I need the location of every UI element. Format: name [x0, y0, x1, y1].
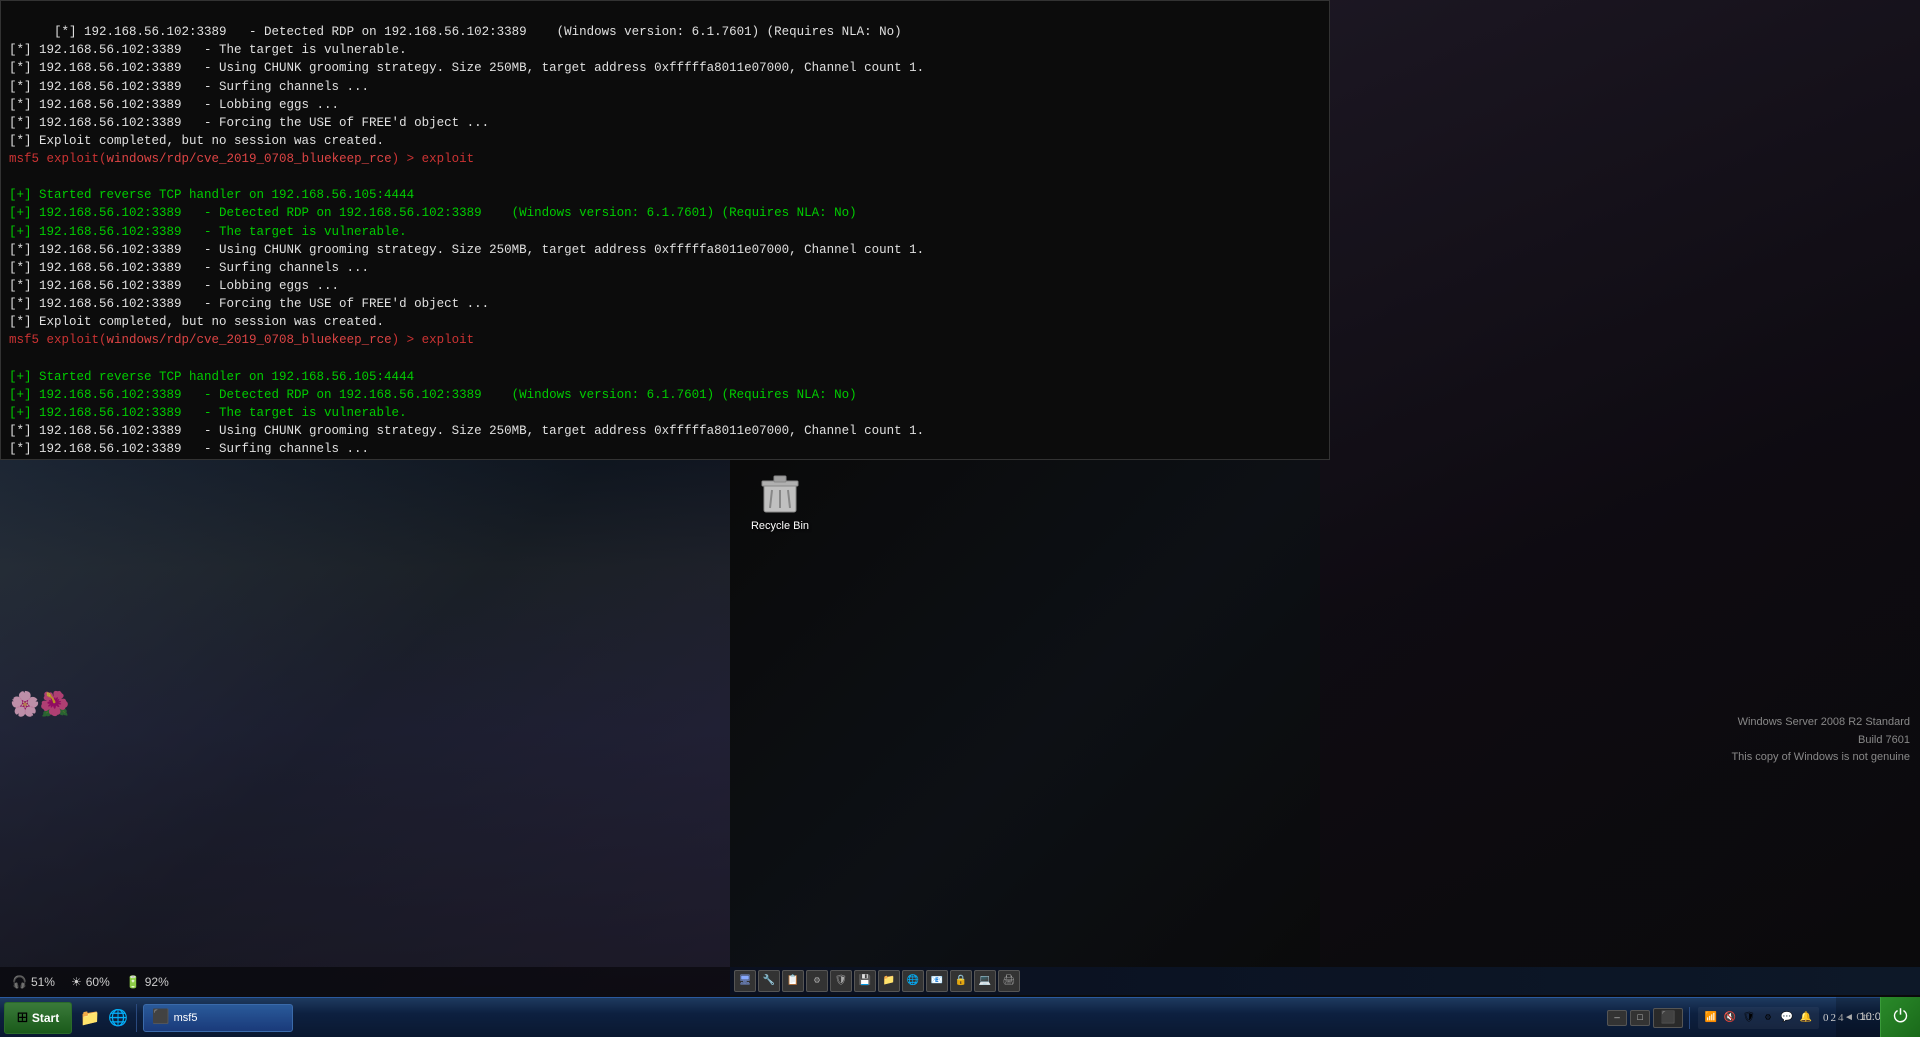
window-thumb[interactable]: ⬛: [1653, 1008, 1683, 1028]
power-icon: ⏻: [1893, 1007, 1907, 1028]
tb-icon-2[interactable]: 🔧: [758, 970, 780, 992]
recycle-bin-svg: [756, 468, 804, 516]
taskbar: ⊞ Start 📁 🌐 ⬛ msf5 — □ ⬛: [0, 997, 1920, 1037]
tray-icon-3[interactable]: 🛡: [1740, 1009, 1758, 1027]
tray-icons-row: 📶 🔇 🛡 ⚙ 💬 🔔: [1702, 1009, 1815, 1027]
tray-icon-4[interactable]: ⚙: [1759, 1009, 1777, 1027]
windows-server-info: Windows Server 2008 R2 Standard Build 76…: [1731, 714, 1910, 767]
tb-icon-7[interactable]: 📁: [878, 970, 900, 992]
start-button[interactable]: ⊞ Start: [4, 1002, 72, 1034]
battery-value: 92%: [145, 975, 169, 989]
recycle-bin[interactable]: Recycle Bin: [730, 460, 830, 540]
ctrl-indicator: ◄ Ctrl: [1836, 997, 1880, 1037]
taskbar-apps: ⬛ msf5: [141, 1004, 1601, 1032]
tb-icon-5[interactable]: 🛡: [830, 970, 852, 992]
terminal-window[interactable]: [*] 192.168.56.102:3389 - Detected RDP o…: [0, 0, 1330, 460]
ctrl-text: ◄ Ctrl: [1844, 1012, 1872, 1023]
recycle-bin-label: Recycle Bin: [751, 520, 809, 532]
power-button[interactable]: ⏻: [1880, 997, 1920, 1037]
brightness-icon: ☀: [71, 975, 82, 989]
wallpaper-right: [730, 460, 1320, 1037]
tb-icon-11[interactable]: 💻: [974, 970, 996, 992]
volume-value: 51%: [31, 975, 55, 989]
tb-icon-6[interactable]: 💾: [854, 970, 876, 992]
tray-icon-1[interactable]: 📶: [1702, 1009, 1720, 1027]
battery-status: 🔋 92%: [126, 975, 169, 989]
flower-decoration: 🌸🌺: [10, 690, 70, 720]
windows-flag-icon: ⊞: [17, 1007, 28, 1029]
battery-icon: 🔋: [126, 975, 141, 989]
minimize-btn[interactable]: —: [1607, 1010, 1627, 1026]
wallpaper-right-overlay: [1320, 0, 1920, 1037]
brightness-status: ☀ 60%: [71, 975, 110, 989]
terminal-icon: ⬛: [152, 1009, 169, 1026]
quick-launch: 📁 🌐: [76, 1004, 137, 1032]
win-server-line3: This copy of Windows is not genuine: [1731, 749, 1910, 767]
notif-0: 0: [1823, 1012, 1829, 1024]
tb-icon-1[interactable]: 🖥: [734, 970, 756, 992]
tray-notification-area: 📶 🔇 🛡 ⚙ 💬 🔔: [1698, 1007, 1819, 1029]
headphone-icon: 🎧: [12, 975, 27, 989]
recycle-bin-icon: [756, 468, 804, 516]
tb-icon-3[interactable]: 📋: [782, 970, 804, 992]
taskbar-terminal-app[interactable]: ⬛ msf5: [143, 1004, 293, 1032]
tb-icon-10[interactable]: 🔒: [950, 970, 972, 992]
terminal-content: [*] 192.168.56.102:3389 - Detected RDP o…: [1, 1, 1329, 459]
tb-icon-4[interactable]: ⚙: [806, 970, 828, 992]
tb-icon-8[interactable]: 🌐: [902, 970, 924, 992]
window-controls-group: — □ ⬛: [1601, 1008, 1689, 1028]
taskbar-explorer-icon[interactable]: 📁: [76, 1004, 104, 1032]
taskbar-browser-icon[interactable]: 🌐: [104, 1004, 132, 1032]
tray-icon-5[interactable]: 💬: [1778, 1009, 1796, 1027]
tray-icon-6[interactable]: 🔔: [1797, 1009, 1815, 1027]
tray-icon-2[interactable]: 🔇: [1721, 1009, 1739, 1027]
tb-icon-12[interactable]: 🖨: [998, 970, 1020, 992]
restore-btn[interactable]: □: [1630, 1010, 1650, 1026]
status-bar: 🎧 51% ☀ 60% 🔋 92%: [0, 967, 730, 997]
desktop-dark-area: [730, 460, 1320, 1037]
wallpaper-overlay: [0, 460, 730, 997]
win-server-line1: Windows Server 2008 R2 Standard: [1731, 714, 1910, 732]
start-label: Start: [32, 1011, 59, 1025]
win-server-line2: Build 7601: [1731, 732, 1910, 750]
wallpaper-far-right: [1320, 0, 1920, 1037]
volume-status: 🎧 51%: [12, 975, 55, 989]
taskbar-bottom-row: 🖥 🔧 📋 ⚙ 🛡 💾 📁 🌐 📧 🔒 💻 🖨: [730, 967, 1920, 995]
terminal-app-label: msf5: [174, 1012, 198, 1024]
tb-icon-9[interactable]: 📧: [926, 970, 948, 992]
brightness-value: 60%: [86, 975, 110, 989]
desktop: 🌸🌺 [*] 192.168.56.102:3389 - Detected RD…: [0, 0, 1920, 1037]
